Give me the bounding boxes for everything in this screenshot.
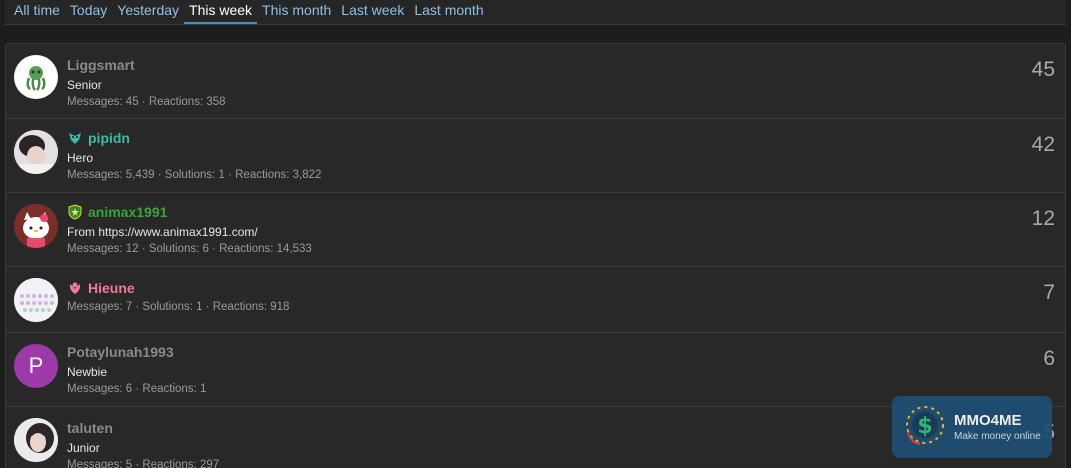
dragon-badge-icon [67,130,83,146]
member-title: Newbie [67,365,108,379]
member-name[interactable]: Potaylunah1993 [67,344,174,360]
member-stats: Messages: 6 · Reactions: 1 [67,383,207,395]
hello-kitty-avatar[interactable] [14,204,58,248]
period-tabs: All time Today Yesterday This week This … [5,0,1066,25]
member-row: pipidn Hero Messages: 5,439 · Solutions:… [6,119,1065,193]
svg-text:$: $ [917,414,932,439]
member-name-link[interactable]: animax1991 [67,203,312,221]
avatar-letter: P [28,353,44,378]
member-stats: Messages: 5,439 · Solutions: 1 · Reactio… [67,169,322,181]
member-info: pipidn Hero Messages: 5,439 · Solutions:… [67,129,321,182]
member-info: Hieune Messages: 7 · Solutions: 1 · Reac… [67,279,289,314]
member-info: taluten Junior Messages: 5 · Reactions: … [67,419,219,468]
member-stats: Messages: 12 · Solutions: 6 · Reactions:… [67,243,312,255]
member-title: Junior [67,441,100,455]
member-info: Liggsmart Senior Messages: 45 · Reaction… [67,56,226,109]
member-name-link[interactable]: Potaylunah1993 [67,343,206,361]
pattern-avatar[interactable] [14,278,58,322]
member-name-link[interactable]: Hieune [67,279,289,297]
message-count: 6 [1043,347,1055,370]
member-name-link[interactable]: taluten [67,419,219,437]
tab-this-month[interactable]: This month [257,0,336,24]
member-name-link[interactable]: Liggsmart [67,56,226,74]
brand-watermark: $ MMO4ME Make money online [892,396,1052,458]
tab-this-week[interactable]: This week [184,0,258,24]
member-row: Hieune Messages: 7 · Solutions: 1 · Reac… [6,267,1065,333]
member-name[interactable]: animax1991 [88,204,167,220]
dollar-logo-icon: $ [902,402,948,453]
message-count: 12 [1031,207,1055,230]
member-stats: Messages: 7 · Solutions: 1 · Reactions: … [67,301,290,313]
watermark-brand: MMO4ME [954,412,1022,429]
watermark-tagline: Make money online [954,431,1041,442]
member-row: animax1991 From https://www.animax1991.c… [6,193,1065,267]
member-stats: Messages: 45 · Reactions: 358 [67,96,226,108]
member-stats: Messages: 5 · Reactions: 297 [67,459,220,468]
member-info: Potaylunah1993 Newbie Messages: 6 · Reac… [67,343,206,396]
photo-avatar[interactable] [14,418,58,462]
letter-avatar[interactable]: P [14,344,58,388]
member-name[interactable]: Hieune [88,280,135,296]
message-count: 7 [1043,281,1055,304]
photo-avatar[interactable] [14,130,58,174]
member-name[interactable]: taluten [67,420,113,436]
tab-yesterday[interactable]: Yesterday [112,0,184,24]
tab-all-time[interactable]: All time [9,0,65,24]
octopus-avatar[interactable] [14,55,58,99]
tab-today[interactable]: Today [65,0,112,24]
member-title: Senior [67,78,102,92]
watermark-text: MMO4ME Make money online [954,412,1041,442]
member-title: From https://www.animax1991.com/ [67,225,258,239]
member-title: Hero [67,151,94,165]
member-info: animax1991 From https://www.animax1991.c… [67,203,312,256]
member-name[interactable]: pipidn [88,130,130,146]
member-name-link[interactable]: pipidn [67,129,321,147]
tab-last-month[interactable]: Last month [409,0,488,24]
message-count: 45 [1031,58,1055,81]
member-row: Liggsmart Senior Messages: 45 · Reaction… [6,44,1065,119]
tab-last-week[interactable]: Last week [336,0,409,24]
shield-badge-icon [67,204,83,220]
member-name[interactable]: Liggsmart [67,57,135,73]
flower-badge-icon [67,280,83,296]
message-count: 42 [1031,133,1055,156]
